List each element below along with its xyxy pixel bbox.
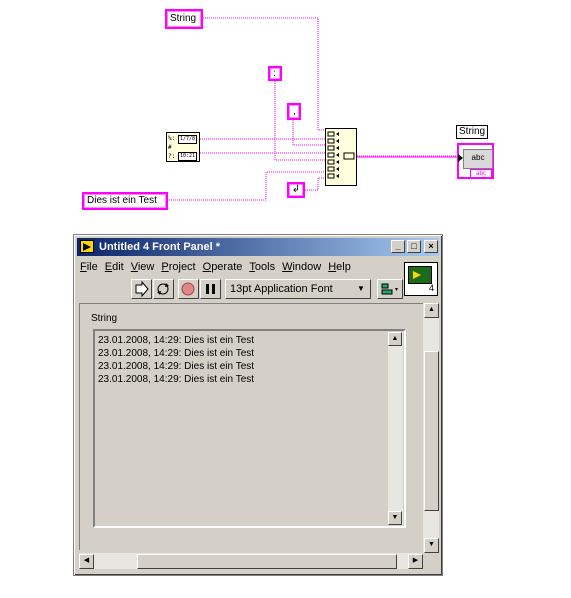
menu-project[interactable]: Project [161,258,195,276]
menu-window[interactable]: Window [282,258,321,276]
text-line: 23.01.2008, 14:29: Dies ist ein Test [98,335,255,346]
menu-file[interactable]: File [80,258,98,276]
scroll-up-icon[interactable]: ▲ [388,332,402,346]
comma-constant[interactable]: , [287,103,301,120]
menu-view[interactable]: View [131,258,155,276]
scroll-down-icon[interactable]: ▼ [424,538,439,553]
scroll-down-icon[interactable]: ▼ [388,511,402,525]
concatenate-strings-node[interactable] [325,128,357,186]
abort-button[interactable] [178,279,199,299]
scroll-thumb[interactable] [424,351,439,511]
ts-date-box: 1/7/8 [178,135,197,144]
run-arrow-icon [135,280,149,298]
ts-row-label: # [168,144,172,151]
menu-tools[interactable]: Tools [249,258,275,276]
ts-time-box: 10:21 [178,152,197,161]
text-constant[interactable]: Dies ist ein Test [82,192,168,210]
font-dropdown[interactable]: 13pt Application Font ▼ [225,279,371,299]
concat-icon [327,131,355,179]
scroll-right-icon[interactable]: ▶ [408,554,423,569]
close-button[interactable]: × [424,240,438,253]
run-arrow-button[interactable] [131,279,152,299]
text-line: 23.01.2008, 14:29: Dies ist ein Test [98,374,255,385]
run-continuously-button[interactable] [153,279,174,299]
front-panel-window: Untitled 4 Front Panel * _ □ × File Edit V… [73,234,443,576]
labview-app-icon [80,240,94,253]
pause-button[interactable] [200,279,221,299]
scroll-left-icon[interactable]: ◀ [79,554,94,569]
text-line: 23.01.2008, 14:29: Dies ist ein Test [98,361,255,372]
minimize-button[interactable]: _ [391,240,405,253]
string-indicator-display[interactable]: 23.01.2008, 14:29: Dies ist ein Test 23.… [93,329,406,528]
scroll-thumb[interactable] [137,554,397,569]
colon-constant[interactable]: : [268,66,282,81]
string-constant[interactable]: String [165,9,203,29]
vi-icon[interactable]: 4 [404,262,438,296]
pause-icon [206,284,215,294]
align-icon [381,283,398,295]
chevron-down-icon: ▼ [357,284,365,293]
menu-edit[interactable]: Edit [105,258,124,276]
window-horizontal-scrollbar[interactable]: ◀ ▶ [79,553,423,569]
title-bar[interactable]: Untitled 4 Front Panel * _ □ × [77,238,439,256]
format-timestamp-node[interactable]: %: # ?: 1/7/8 10:21 [166,132,200,162]
ts-row-label: %: [168,135,176,142]
run-continuously-icon [157,283,169,295]
terminal-arrow-icon [458,154,463,162]
menu-bar: File Edit View Project Operate Tools Window Hel… [80,258,358,276]
text-line: 23.01.2008, 14:29: Dies ist ein Test [98,348,255,359]
string-indicator-terminal[interactable]: abc abc [457,143,494,179]
menu-operate[interactable]: Operate [203,258,243,276]
font-dropdown-value: 13pt Application Font [230,283,333,295]
string-vertical-scrollbar[interactable]: ▲ ▼ [388,332,403,525]
vi-number: 4 [429,283,435,293]
abc-badge-icon: abc [470,169,492,179]
maximize-button[interactable]: □ [407,240,421,253]
window-title: Untitled 4 Front Panel * [99,241,221,253]
indicator-label: String [456,125,489,139]
scroll-up-icon[interactable]: ▲ [424,303,439,318]
linefeed-constant[interactable]: ↲ [287,182,305,198]
string-control-label: String [91,313,118,324]
stop-icon [181,282,195,296]
align-objects-button[interactable] [377,279,403,299]
menu-help[interactable]: Help [328,258,351,276]
window-vertical-scrollbar[interactable]: ▲ ▼ [423,303,439,553]
indicator-text: abc [463,149,493,169]
ts-row-label: ?: [168,153,176,160]
